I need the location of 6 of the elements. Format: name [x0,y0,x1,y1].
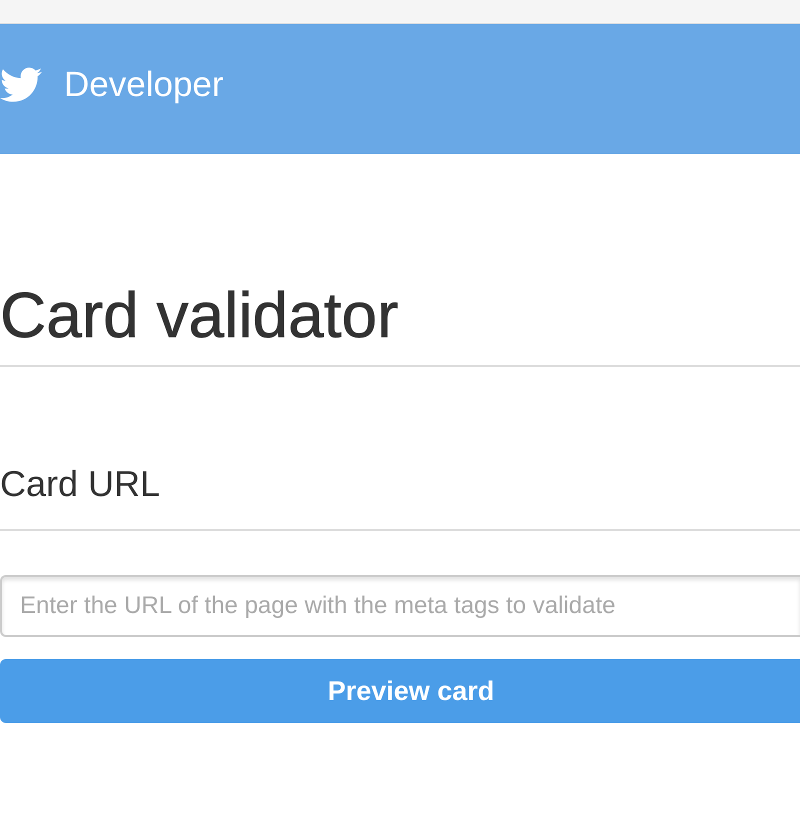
url-field[interactable]: Enter the URL of the page with the meta tags to validate [0,575,800,637]
preview-button[interactable]: Preview card [0,659,800,723]
section-title: Card URL [0,367,800,531]
header-title: Developer [64,65,224,105]
page-title: Card validator [0,154,800,367]
bird-icon [0,67,42,103]
